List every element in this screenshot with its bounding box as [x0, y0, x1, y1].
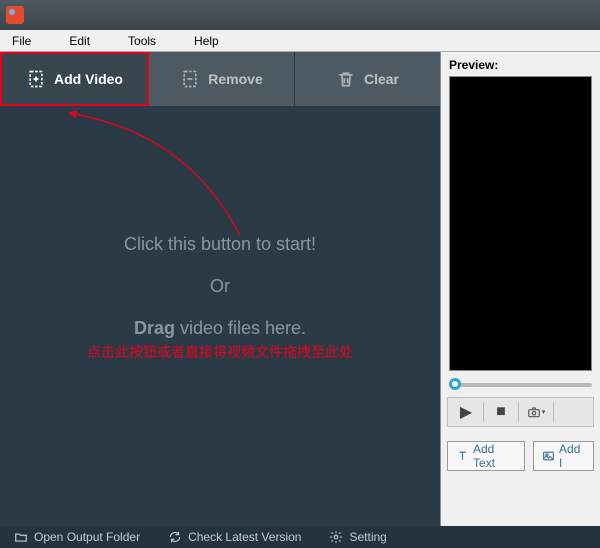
- clear-label: Clear: [364, 71, 399, 87]
- menu-edit[interactable]: Edit: [69, 34, 90, 48]
- menu-file[interactable]: File: [12, 34, 31, 48]
- annotation-text: 点击此按钮或者直接将视频文件拖拽至此处: [0, 342, 440, 362]
- play-button[interactable]: ▶: [451, 400, 481, 424]
- drop-zone-text: Click this button to start! Or Drag vide…: [0, 226, 440, 346]
- drop-or: Or: [0, 268, 440, 304]
- workspace-panel: Add Video Remove Clear Click this button…: [0, 52, 440, 526]
- snapshot-button[interactable]: ▾: [521, 400, 551, 424]
- drop-line1: Click this button to start!: [124, 234, 316, 254]
- add-video-button[interactable]: Add Video: [0, 52, 149, 106]
- playback-slider[interactable]: [449, 377, 592, 393]
- clear-button[interactable]: Clear: [295, 52, 440, 106]
- add-text-button[interactable]: Add Text: [447, 441, 525, 471]
- file-plus-icon: [26, 69, 46, 89]
- drop-rest: video files here.: [175, 318, 306, 338]
- folder-icon: [14, 530, 28, 544]
- open-output-label: Open Output Folder: [34, 530, 140, 544]
- add-image-button[interactable]: Add I: [533, 441, 594, 471]
- setting-button[interactable]: Setting: [315, 530, 400, 544]
- add-video-label: Add Video: [54, 71, 123, 87]
- main-toolbar: Add Video Remove Clear: [0, 52, 440, 106]
- image-icon: [542, 449, 555, 463]
- stop-button[interactable]: ■: [486, 400, 516, 424]
- title-bar: [0, 0, 600, 30]
- file-minus-icon: [180, 69, 200, 89]
- preview-label: Preview:: [441, 52, 600, 76]
- camera-icon: [527, 405, 541, 419]
- trash-icon: [336, 69, 356, 89]
- drop-drag-word: Drag: [134, 318, 175, 338]
- gear-icon: [329, 530, 343, 544]
- overlay-actions: Add Text Add I: [447, 441, 594, 471]
- status-bar: Open Output Folder Check Latest Version …: [0, 526, 600, 548]
- menu-tools[interactable]: Tools: [128, 34, 156, 48]
- playback-controls: ▶ ■ ▾: [447, 397, 594, 427]
- menu-help[interactable]: Help: [194, 34, 219, 48]
- check-version-label: Check Latest Version: [188, 530, 301, 544]
- remove-button[interactable]: Remove: [149, 52, 295, 106]
- check-version-button[interactable]: Check Latest Version: [154, 530, 315, 544]
- text-icon: [456, 449, 469, 463]
- setting-label: Setting: [349, 530, 386, 544]
- open-output-folder-button[interactable]: Open Output Folder: [0, 530, 154, 544]
- preview-panel: Preview: ▶ ■ ▾ Add Text Add I: [440, 52, 600, 526]
- menu-bar: File Edit Tools Help: [0, 30, 600, 52]
- remove-label: Remove: [208, 71, 262, 87]
- refresh-icon: [168, 530, 182, 544]
- add-text-label: Add Text: [473, 442, 516, 470]
- add-image-label: Add I: [559, 442, 585, 470]
- app-logo-icon: [6, 6, 24, 24]
- preview-viewport: [449, 76, 592, 371]
